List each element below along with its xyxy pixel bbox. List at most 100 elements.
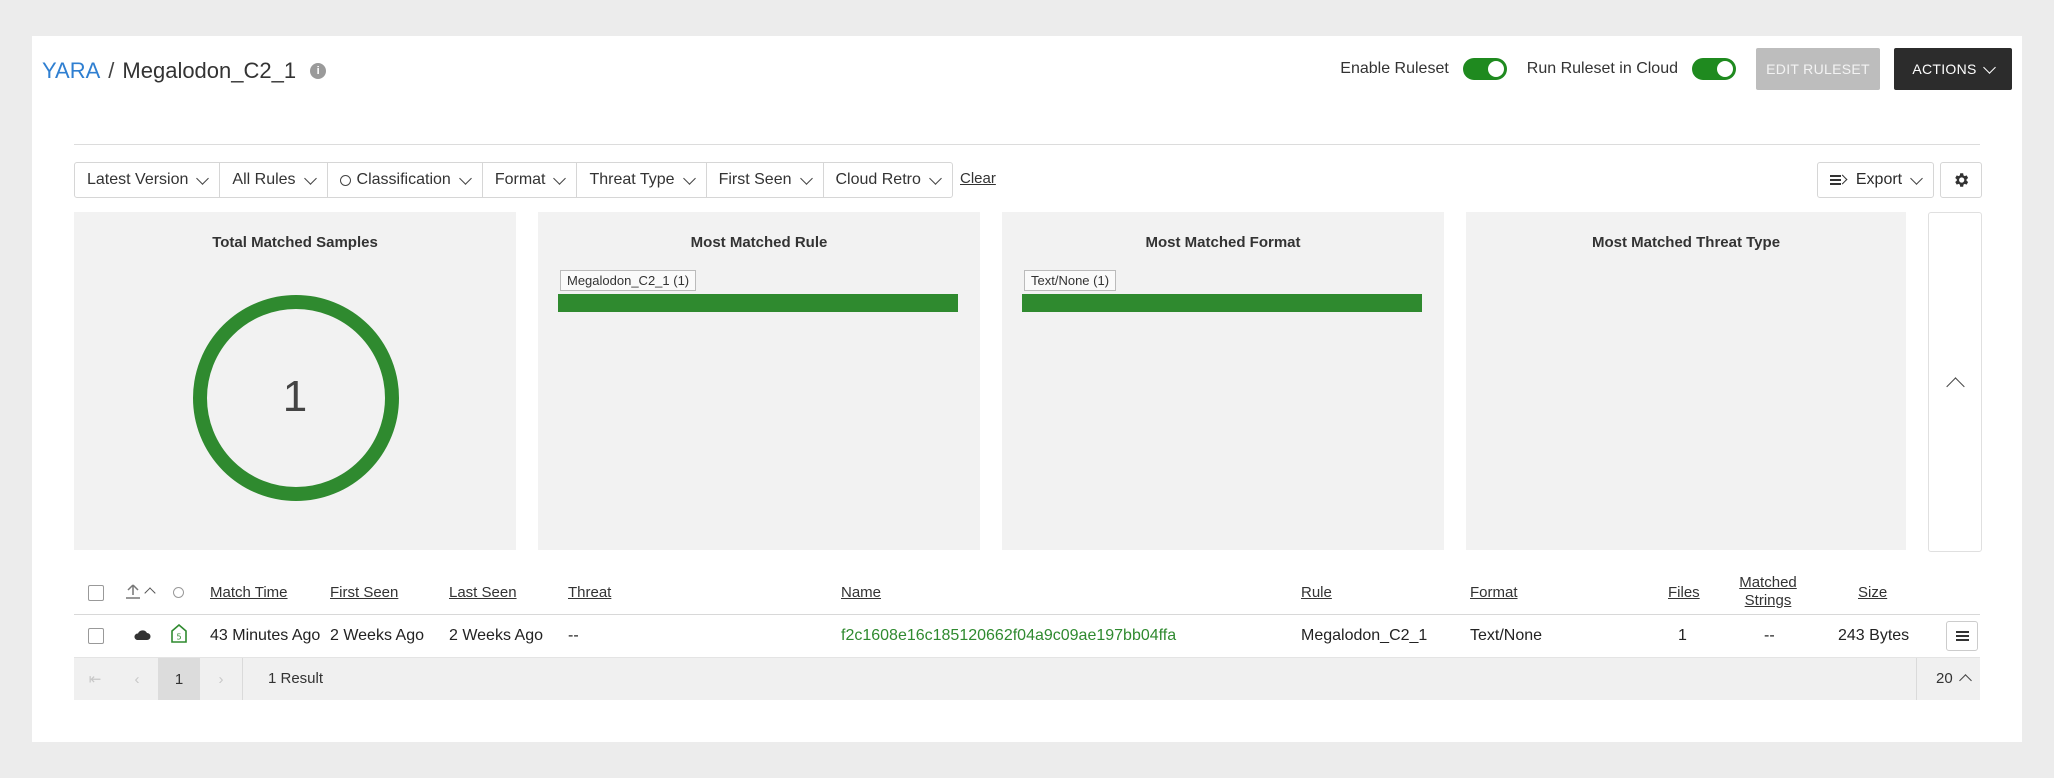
- filter-classification[interactable]: Classification: [328, 163, 483, 197]
- per-page-select[interactable]: 20: [1936, 670, 1972, 687]
- table-row[interactable]: 5 43 Minutes Ago 2 Weeks Ago 2 Weeks Ago…: [74, 615, 1980, 658]
- filter-first-seen[interactable]: First Seen: [707, 163, 824, 197]
- col-name[interactable]: Name: [841, 584, 881, 601]
- breadcrumb: YARA / Megalodon_C2_1 i: [42, 58, 327, 84]
- breadcrumb-separator: /: [108, 58, 115, 83]
- row-format: Text/None: [1470, 627, 1543, 644]
- row-menu-button[interactable]: [1946, 621, 1978, 651]
- export-icon: [1829, 173, 1846, 187]
- next-page-icon[interactable]: ›: [200, 658, 242, 700]
- panel-title: Total Matched Samples: [212, 234, 378, 251]
- page-number-current[interactable]: 1: [158, 658, 200, 700]
- row-threat: --: [568, 627, 579, 644]
- classification-circle-icon: [339, 174, 351, 186]
- chevron-down-icon: [1982, 60, 1996, 74]
- row-match-time: 43 Minutes Ago: [210, 627, 321, 644]
- cloud-icon: [134, 630, 151, 640]
- filter-label: Latest Version: [87, 171, 189, 188]
- row-size: 243 Bytes: [1838, 627, 1910, 644]
- panel-total-matched: Total Matched Samples 1: [74, 212, 516, 550]
- filter-label: Classification: [356, 171, 451, 188]
- filter-bar: Latest Version All Rules Classification …: [74, 162, 953, 198]
- enable-ruleset-toggle[interactable]: [1462, 58, 1507, 80]
- export-button[interactable]: Export: [1817, 162, 1934, 198]
- results-count: 1 Result: [268, 670, 324, 687]
- file-classification-icon: 5: [171, 624, 187, 643]
- page-title: Megalodon_C2_1: [122, 58, 297, 83]
- filter-label: All Rules: [232, 171, 296, 188]
- col-rule[interactable]: Rule: [1301, 584, 1332, 601]
- gear-icon: [1955, 173, 1969, 187]
- pager-divider: [242, 658, 243, 700]
- upload-icon[interactable]: [124, 583, 142, 601]
- panel-title: Most Matched Format: [1145, 234, 1301, 251]
- panel-most-matched-threat: Most Matched Threat Type: [1466, 212, 1906, 550]
- chevron-down-icon: [929, 171, 942, 185]
- header-actions: Enable Ruleset Run Ruleset in Cloud EDIT…: [1340, 48, 2012, 90]
- filter-version[interactable]: Latest Version: [75, 163, 221, 197]
- table-header: Match Time First Seen Last Seen Threat N…: [74, 572, 1980, 615]
- run-cloud-toggle[interactable]: [1692, 58, 1736, 80]
- run-cloud-label: Run Ruleset in Cloud: [1526, 60, 1678, 77]
- format-chip: Text/None (1): [1024, 270, 1117, 291]
- edit-ruleset-button[interactable]: EDIT RULESET: [1756, 48, 1880, 90]
- panel-title: Most Matched Threat Type: [1591, 234, 1781, 251]
- chevron-down-icon: [799, 171, 813, 185]
- clear-filters-link[interactable]: Clear: [960, 170, 996, 187]
- chevron-down-icon: [553, 171, 567, 185]
- row-last-seen: 2 Weeks Ago: [449, 627, 543, 644]
- filter-cloud-retro[interactable]: Cloud Retro: [824, 163, 952, 197]
- select-all-checkbox[interactable]: [88, 585, 104, 601]
- breadcrumb-yara-link[interactable]: YARA: [42, 58, 100, 84]
- chevron-down-icon: [196, 171, 210, 185]
- row-files: 1: [1678, 627, 1687, 644]
- prev-page-icon[interactable]: ‹: [116, 658, 158, 700]
- filter-label: Threat Type: [589, 171, 675, 188]
- col-format[interactable]: Format: [1470, 584, 1518, 601]
- row-matched-strings: --: [1764, 627, 1775, 644]
- col-size[interactable]: Size: [1858, 584, 1887, 601]
- col-first-seen[interactable]: First Seen: [330, 584, 398, 601]
- settings-button[interactable]: [1940, 162, 1982, 198]
- actions-button-label: ACTIONS: [1912, 61, 1977, 77]
- panel-title: Most Matched Rule: [690, 234, 828, 251]
- per-page-value: 20: [1936, 670, 1953, 687]
- chevron-down-icon: [682, 171, 696, 185]
- filter-rules[interactable]: All Rules: [220, 163, 328, 197]
- chevron-up-icon: [1945, 376, 1965, 396]
- filter-format[interactable]: Format: [483, 163, 578, 197]
- first-page-icon[interactable]: ⇤: [74, 658, 116, 700]
- rule-bar: [558, 294, 958, 312]
- filter-label: Format: [494, 171, 546, 188]
- chevron-down-icon: [303, 171, 317, 185]
- col-matched-strings-line2: Strings: [1744, 592, 1792, 609]
- panel-most-matched-rule: Most Matched Rule Megalodon_C2_1 (1): [538, 212, 980, 550]
- enable-ruleset-label: Enable Ruleset: [1340, 60, 1449, 77]
- col-match-time[interactable]: Match Time: [210, 584, 288, 601]
- export-label: Export: [1855, 171, 1903, 188]
- info-icon[interactable]: i: [310, 63, 327, 79]
- filter-label: First Seen: [718, 171, 792, 188]
- pagination-bar: ⇤ ‹ 1 › 1 Result 20: [74, 658, 1980, 700]
- col-matched-strings[interactable]: Matched Strings: [1738, 574, 1798, 610]
- total-matched-value: 1: [282, 372, 308, 421]
- col-threat[interactable]: Threat: [568, 584, 611, 601]
- row-checkbox[interactable]: [88, 628, 104, 644]
- pager-divider: [1916, 658, 1917, 700]
- row-name-hash-link[interactable]: f2c1608e16c185120662f04a9c09ae197bb04ffa: [841, 627, 1176, 645]
- row-first-seen: 2 Weeks Ago: [330, 627, 424, 644]
- svg-text:5: 5: [176, 633, 181, 642]
- sort-chevron-up-icon[interactable]: [144, 587, 156, 599]
- col-files[interactable]: Files: [1668, 584, 1700, 601]
- col-last-seen[interactable]: Last Seen: [449, 584, 517, 601]
- chevron-down-icon: [458, 171, 472, 185]
- panel-most-matched-format: Most Matched Format Text/None (1): [1002, 212, 1444, 550]
- header-divider: [74, 144, 1980, 145]
- chevron-down-icon: [1910, 171, 1923, 185]
- row-rule: Megalodon_C2_1: [1301, 627, 1428, 644]
- page-header: YARA / Megalodon_C2_1 i Enable Ruleset R…: [42, 48, 2012, 108]
- filter-threat-type[interactable]: Threat Type: [577, 163, 707, 197]
- actions-button[interactable]: ACTIONS: [1894, 48, 2012, 90]
- collapse-panels-button[interactable]: [1928, 212, 1982, 552]
- chevron-up-icon: [1958, 674, 1972, 687]
